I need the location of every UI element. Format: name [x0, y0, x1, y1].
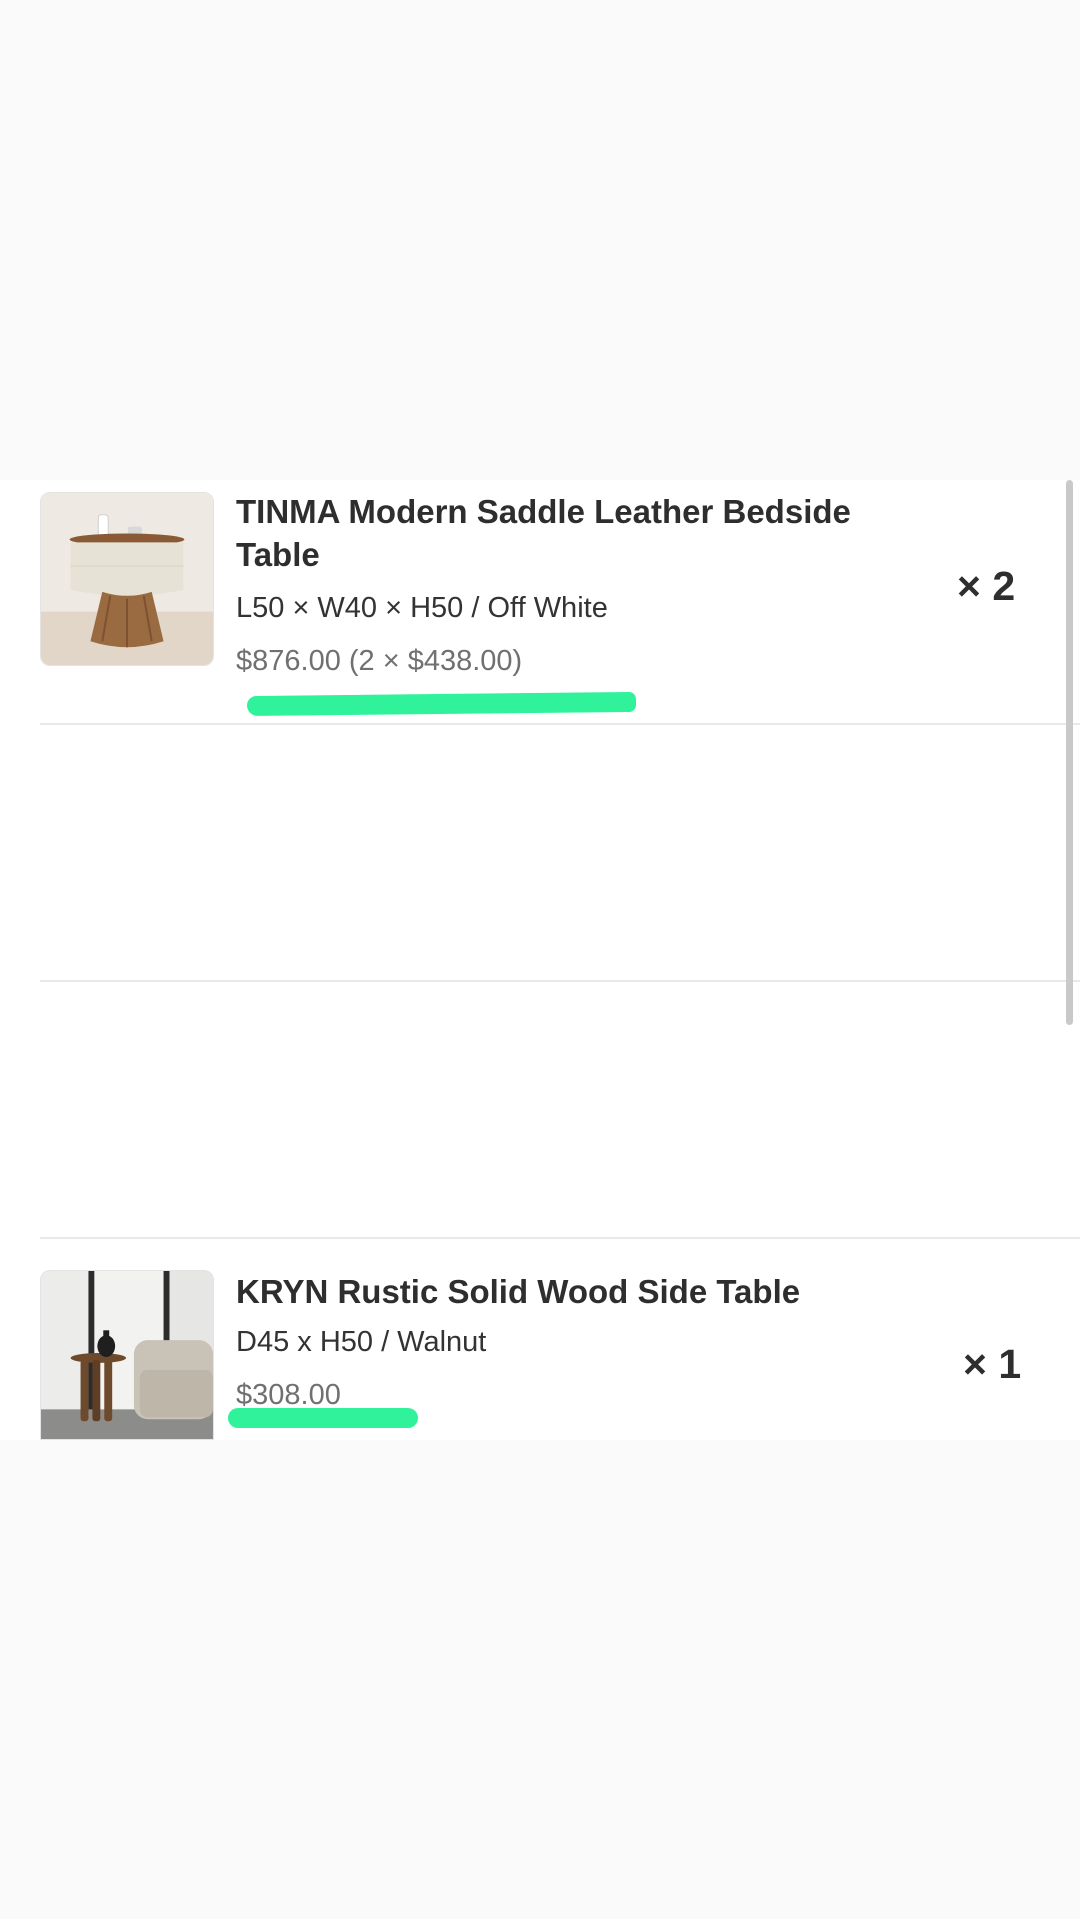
cart-item[interactable]: TINMA Modern Saddle Leather Bedside Tabl… — [40, 480, 1080, 723]
quantity-label: × 2 — [957, 563, 1016, 609]
highlight-mark — [228, 1408, 418, 1428]
product-price: $876.00 (2 × $438.00) — [236, 645, 523, 677]
product-title[interactable]: TINMA Modern Saddle Leather Bedside Tabl… — [236, 490, 936, 576]
empty-row — [40, 982, 1080, 1237]
product-title[interactable]: KRYN Rustic Solid Wood Side Table — [236, 1270, 936, 1313]
scrollbar[interactable] — [1066, 480, 1073, 1025]
divider — [40, 1237, 1080, 1239]
highlight-mark — [246, 691, 637, 717]
product-thumbnail[interactable] — [40, 492, 214, 666]
empty-row — [40, 725, 1080, 980]
cart-items-list: TINMA Modern Saddle Leather Bedside Tabl… — [0, 480, 1080, 1440]
cart-item[interactable]: KRYN Rustic Solid Wood Side Table D45 x … — [40, 1270, 1080, 1440]
product-variant: D45 x H50 / Walnut — [236, 1326, 487, 1358]
product-thumbnail[interactable] — [40, 1270, 214, 1440]
side-table-photo-icon — [41, 1271, 213, 1439]
product-variant: L50 × W40 × H50 / Off White — [236, 592, 608, 624]
quantity-label: × 1 — [963, 1341, 1022, 1387]
bedside-table-photo-icon — [41, 493, 213, 665]
